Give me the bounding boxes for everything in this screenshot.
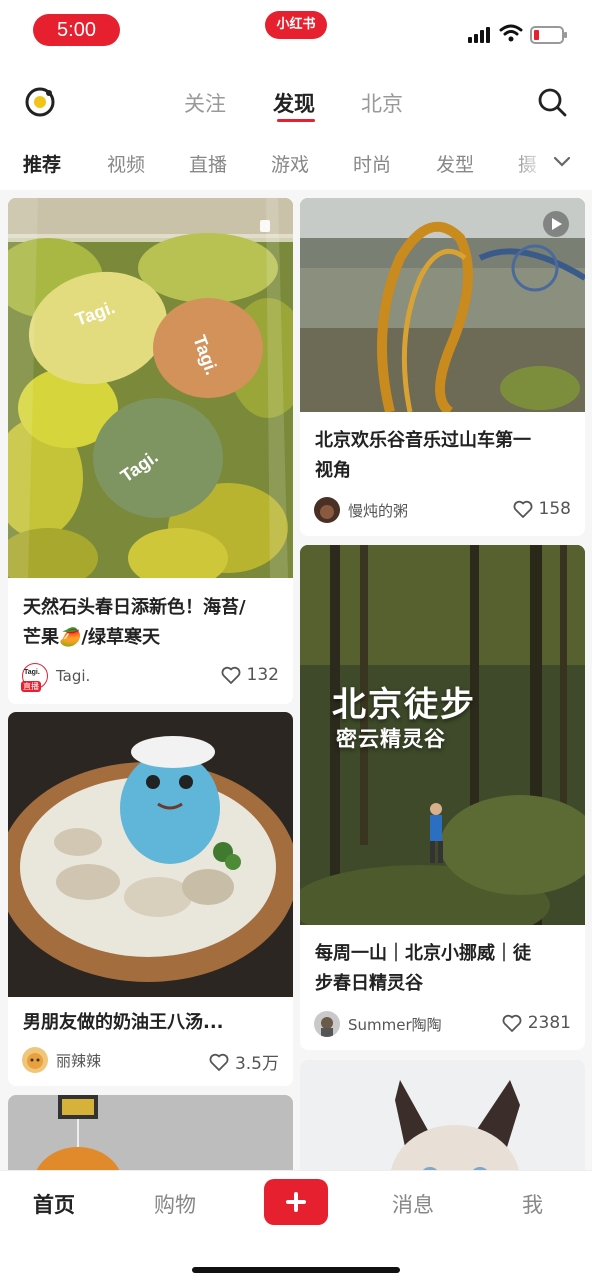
like-count: 132 — [246, 665, 279, 685]
category-tabs: 推荐 视频 直播 游戏 时尚 发型 摄 — [0, 134, 592, 190]
app-badge: 小红书 — [265, 11, 327, 39]
create-post-button[interactable] — [264, 1179, 328, 1225]
heart-icon — [502, 1014, 522, 1032]
note-author[interactable]: 丽辣辣 — [22, 1047, 101, 1073]
wifi-icon — [499, 24, 523, 42]
category-live[interactable]: 直播 — [189, 150, 227, 177]
nav-me[interactable]: 我 — [522, 1189, 543, 1219]
feed-card[interactable]: Tagi. Tagi. Tagi. 天然石头春日添新色！海苔/ 芒果🥭/绿草寒天… — [8, 198, 293, 704]
note-author[interactable]: Tagi. 直播 Tagi. — [21, 663, 91, 692]
note-title: 每周一山｜北京小挪威｜徒 步春日精灵谷 — [315, 943, 531, 994]
category-recommend[interactable]: 推荐 — [23, 150, 61, 177]
status-bar: 5:00 小红书 — [0, 0, 592, 64]
search-icon[interactable] — [537, 87, 567, 117]
tab-discover[interactable]: 发现 — [273, 88, 315, 118]
heart-icon — [513, 500, 532, 518]
like-count: 2381 — [527, 1013, 571, 1033]
feed-card[interactable]: 北京欢乐谷音乐过山车第一 视角 慢炖的粥 158 — [300, 198, 585, 536]
tab-follow[interactable]: 关注 — [184, 88, 226, 118]
like-button[interactable]: 2381 — [502, 1013, 571, 1033]
note-image — [300, 198, 585, 412]
nav-shopping[interactable]: 购物 — [154, 1189, 196, 1219]
heart-icon — [221, 666, 240, 684]
like-count: 3.5万 — [234, 1054, 279, 1074]
like-count: 158 — [538, 499, 571, 519]
like-button[interactable]: 3.5万 — [209, 1049, 279, 1074]
bottom-nav: 首页 购物 消息 我 — [0, 1170, 592, 1280]
category-hairstyle[interactable]: 发型 — [436, 150, 474, 177]
avatar: Tagi. 直播 — [21, 663, 48, 692]
live-badge: 直播 — [21, 681, 41, 692]
overlay-subtitle: 密云精灵谷 — [336, 727, 446, 751]
author-logo-text: Tagi. — [24, 669, 40, 676]
note-title: 北京欢乐谷音乐过山车第一 视角 — [315, 430, 531, 481]
top-header: 关注 发现 北京 — [0, 64, 592, 134]
tab-beijing[interactable]: 北京 — [361, 88, 403, 118]
nav-messages[interactable]: 消息 — [392, 1189, 434, 1219]
nav-home[interactable]: 首页 — [33, 1189, 75, 1219]
like-button[interactable]: 158 — [513, 499, 571, 519]
category-fashion[interactable]: 时尚 — [353, 150, 391, 177]
app-screen: 5:00 小红书 关注 发现 北京 推荐 视频 直播 游戏 时尚 发型 Tagi… — [0, 0, 592, 1280]
author-name: 丽辣辣 — [56, 1051, 102, 1070]
active-tab-indicator — [277, 119, 315, 122]
note-image — [8, 712, 293, 997]
cellular-signal-icon — [468, 27, 490, 43]
menu-icon[interactable] — [24, 86, 56, 118]
author-name: Summer陶陶 — [348, 1015, 442, 1034]
avatar — [314, 497, 340, 523]
battery-icon — [530, 26, 567, 44]
overlay-title: 北京徒步 — [332, 685, 476, 725]
home-indicator — [192, 1267, 400, 1273]
note-author[interactable]: 慢炖的粥 — [314, 497, 408, 523]
note-author[interactable]: Summer陶陶 — [314, 1011, 442, 1037]
avatar — [22, 1047, 48, 1073]
status-time: 5:00 — [33, 14, 120, 46]
category-fade — [512, 134, 592, 190]
note-title: 男朋友做的奶油王八汤... — [23, 1012, 224, 1033]
category-games[interactable]: 游戏 — [271, 150, 309, 177]
author-name: 慢炖的粥 — [348, 501, 409, 520]
note-image: Tagi. Tagi. Tagi. — [8, 198, 293, 578]
like-button[interactable]: 132 — [221, 665, 279, 685]
category-video[interactable]: 视频 — [107, 150, 145, 177]
feed-card[interactable]: 北京徒步 密云精灵谷 每周一山｜北京小挪威｜徒 步春日精灵谷 Summer陶陶 … — [300, 545, 585, 1050]
heart-icon — [209, 1053, 229, 1071]
avatar — [314, 1011, 340, 1037]
feed-card[interactable]: 男朋友做的奶油王八汤... 丽辣辣 3.5万 — [8, 712, 293, 1086]
author-name: Tagi. — [56, 667, 91, 685]
note-title: 天然石头春日添新色！海苔/ 芒果🥭/绿草寒天 — [23, 597, 246, 648]
chevron-down-icon[interactable] — [553, 156, 571, 168]
